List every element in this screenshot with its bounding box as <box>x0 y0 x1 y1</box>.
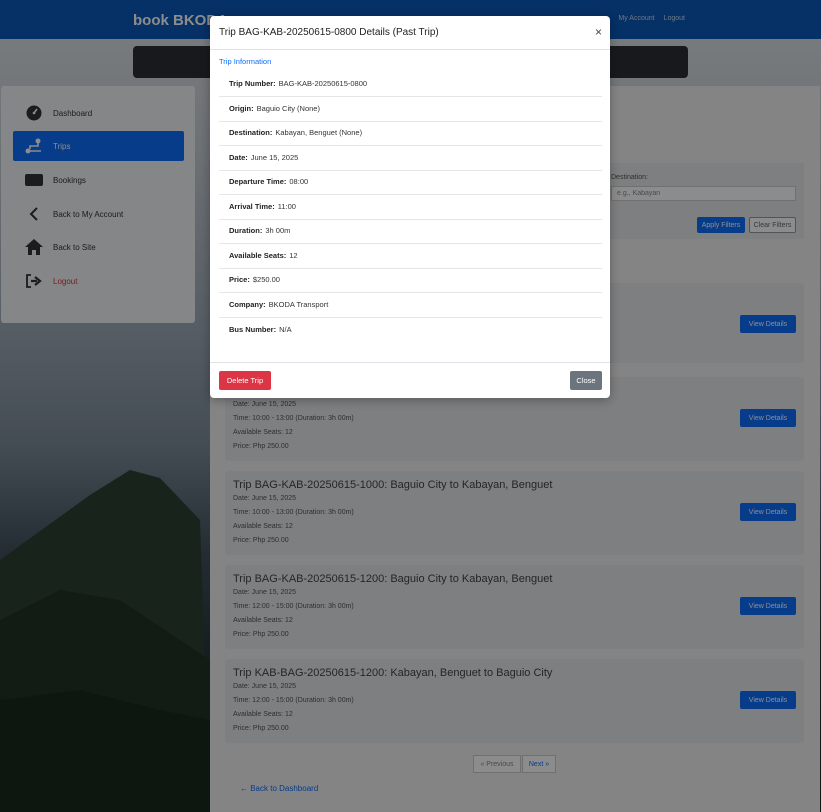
modal-footer-divider <box>210 362 610 363</box>
detail-row-bus-number: Bus Number: N/A <box>219 317 602 342</box>
detail-row-company: Company: BKODA Transport <box>219 293 602 318</box>
detail-label: Arrival Time: <box>229 202 275 212</box>
detail-label: Price: <box>229 275 250 285</box>
detail-label: Bus Number: <box>229 324 277 334</box>
close-button[interactable]: Close <box>570 371 602 390</box>
detail-label: Available Seats: <box>229 251 287 261</box>
detail-row-destination: Destination: Kabayan, Benguet (None) <box>219 121 602 146</box>
detail-value: BAG-KAB-20250615-0800 <box>278 79 368 89</box>
detail-value: BKODA Transport <box>268 300 329 310</box>
trip-information-heading: Trip Information <box>219 57 272 66</box>
modal-header-divider <box>210 49 610 50</box>
close-icon[interactable]: × <box>595 25 602 39</box>
detail-row-duration: Duration: 3h 00m <box>219 219 602 244</box>
modal-title: Trip BAG-KAB-20250615-0800 Details (Past… <box>219 27 439 38</box>
trip-details-modal: Trip BAG-KAB-20250615-0800 Details (Past… <box>210 16 610 398</box>
detail-value: $250.00 <box>252 275 280 285</box>
detail-value: Baguio City (None) <box>256 104 320 114</box>
detail-row-seats: Available Seats: 12 <box>219 244 602 269</box>
detail-label: Departure Time: <box>229 177 287 187</box>
detail-label: Company: <box>229 300 266 310</box>
detail-value: 08:00 <box>289 177 309 187</box>
delete-trip-button[interactable]: Delete Trip <box>219 371 271 390</box>
detail-value: 12 <box>289 251 298 261</box>
detail-row-trip-number: Trip Number: BAG-KAB-20250615-0800 <box>219 72 602 97</box>
detail-value: Kabayan, Benguet (None) <box>275 128 363 138</box>
detail-row-date: Date: June 15, 2025 <box>219 146 602 171</box>
detail-row-arrival: Arrival Time: 11:00 <box>219 195 602 220</box>
detail-value: N/A <box>279 324 292 334</box>
detail-label: Date: <box>229 153 248 163</box>
detail-value: June 15, 2025 <box>250 153 299 163</box>
detail-row-departure: Departure Time: 08:00 <box>219 170 602 195</box>
detail-label: Duration: <box>229 226 263 236</box>
detail-label: Trip Number: <box>229 79 276 89</box>
detail-row-origin: Origin: Baguio City (None) <box>219 97 602 122</box>
detail-label: Destination: <box>229 128 273 138</box>
detail-row-price: Price: $250.00 <box>219 268 602 293</box>
detail-value: 3h 00m <box>265 226 291 236</box>
detail-label: Origin: <box>229 104 254 114</box>
detail-value: 11:00 <box>277 202 296 212</box>
